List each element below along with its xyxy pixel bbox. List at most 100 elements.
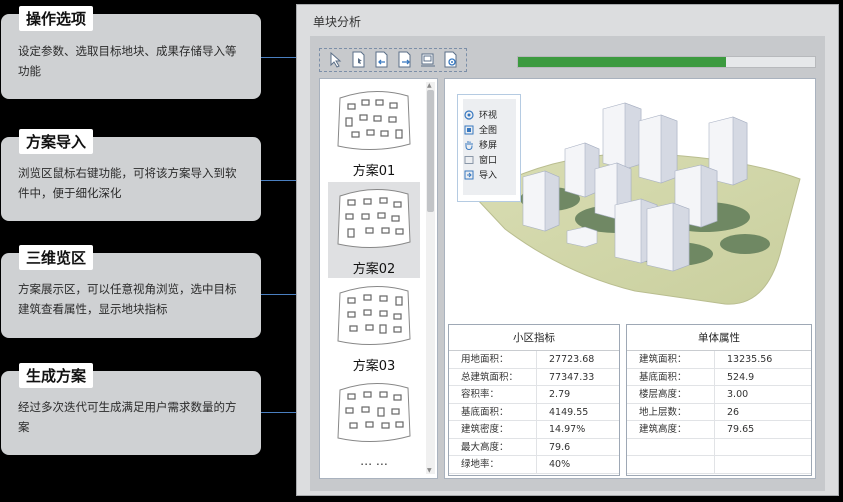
indicator-value: 13235.56: [727, 354, 773, 365]
indicator-name: 楼层高度：: [627, 386, 715, 403]
annotation-card-3dview: 三维览区 方案展示区，可以任意视角浏览，选中目标建筑查看属性，显示地块指标: [1, 245, 261, 338]
indicator-value: 2.79: [549, 389, 571, 400]
annotation-desc: 浏览区鼠标右键功能，可将该方案导入到软件中，便于细化深化: [18, 166, 237, 200]
table-row: 绿地率： 40%: [449, 456, 619, 474]
table-row: 地上层数： 26: [627, 403, 811, 421]
annotation-title: 操作选项: [19, 6, 94, 31]
app-window: 单块分析 方案01 方案02 方案03 … … ▲ ▼ 环视 全图 移屏 窗口 …: [296, 4, 839, 496]
cursor-icon[interactable]: [325, 50, 346, 70]
window-title: 单块分析: [313, 15, 362, 29]
scheme-list: 方案01 方案02 方案03 … … ▲ ▼: [319, 78, 438, 479]
table-row: 建筑面积： 13235.56: [627, 351, 811, 369]
indicator-name: [627, 438, 715, 455]
progress-bar: [517, 56, 816, 68]
building-attributes-table: 单体属性 建筑面积： 13235.56 基底面积： 524.9 楼层高度： 3.00 地上层…: [626, 324, 812, 476]
indicator-value: 3.00: [727, 389, 749, 400]
scheme-label: 方案02: [352, 262, 396, 277]
indicator-name: 建筑高度：: [627, 421, 715, 438]
annotation-desc: 设定参数、选取目标地块、成果存储导入等功能: [18, 44, 237, 78]
menu-item-import[interactable]: 导入: [464, 167, 497, 182]
indicator-name: [627, 456, 715, 473]
menu-item-window[interactable]: 窗口: [464, 152, 497, 167]
annotation-title: 方案导入: [19, 129, 94, 154]
scroll-thumb[interactable]: [427, 90, 434, 212]
indicator-value: 524.9: [727, 371, 755, 383]
indicator-value: 14.97%: [549, 424, 586, 435]
import-icon[interactable]: [371, 50, 392, 70]
scheme-label: 方案03: [352, 359, 396, 374]
menu-item-label: 环视: [479, 111, 498, 121]
table-row: 建筑高度： 79.65: [627, 421, 811, 439]
scheme-thumbnail: [337, 188, 411, 249]
indicator-value: [715, 456, 727, 473]
indicator-value: 79.6: [549, 441, 571, 453]
annotation-desc: 经过多次迭代可生成满足用户需求数量的方案: [18, 400, 237, 434]
scheme-item[interactable]: 方案01: [328, 84, 420, 180]
more-schemes-indicator: … …: [360, 454, 388, 468]
progress-fill: [518, 57, 726, 67]
menu-item-label: 移屏: [479, 141, 498, 151]
toolbar: [319, 48, 467, 72]
indicator-name: 容积率：: [449, 386, 537, 403]
table-row: [627, 456, 811, 474]
save-icon[interactable]: [417, 50, 438, 70]
indicator-name: 建筑面积：: [627, 351, 715, 368]
annotation-desc: 方案展示区，可以任意视角浏览，选中目标建筑查看属性，显示地块指标: [18, 282, 237, 316]
select-block-icon[interactable]: [348, 50, 369, 70]
indicator-name: 绿地率：: [449, 456, 537, 473]
annotation-title: 生成方案: [19, 363, 94, 388]
indicator-value: 4149.55: [549, 406, 589, 418]
import-icon: [464, 170, 474, 180]
window-icon: [464, 155, 474, 165]
annotation-card-generate: 生成方案 经过多次迭代可生成满足用户需求数量的方案: [1, 363, 261, 455]
indicator-value: 27723.68: [549, 354, 595, 365]
scheme-item[interactable]: 方案03: [328, 279, 420, 375]
menu-item-label: 窗口: [479, 156, 498, 166]
scheme-label: 方案01: [352, 164, 396, 179]
menu-item-label: 全图: [479, 126, 498, 136]
fit-all-icon: [464, 125, 474, 135]
indicator-name: 用地面积：: [449, 351, 537, 368]
scheme-list-scrollbar[interactable]: ▲ ▼: [426, 82, 435, 474]
table-row: 基底面积： 4149.55: [449, 403, 619, 421]
table-row: 总建筑面积： 77347.33: [449, 368, 619, 386]
settings-icon[interactable]: [440, 50, 461, 70]
annotation-card-options: 操作选项 设定参数、选取目标地块、成果存储导入等功能: [1, 6, 261, 99]
table-row: 楼层高度： 3.00: [627, 386, 811, 404]
indicator-value: 40%: [549, 459, 571, 470]
menu-item-orbit[interactable]: 环视: [464, 107, 497, 122]
context-menu: 环视 全图 移屏 窗口 导入: [457, 94, 521, 202]
table-title: 单体属性: [627, 325, 811, 351]
indicator-name: 建筑密度：: [449, 421, 537, 438]
indicator-name: 最大高度：: [449, 438, 537, 455]
menu-item-label: 导入: [479, 171, 498, 181]
scheme-item[interactable]: 方案02: [328, 182, 420, 278]
orbit-icon: [464, 109, 474, 120]
indicator-name: 基底面积：: [627, 368, 715, 385]
table-row: 容积率： 2.79: [449, 386, 619, 404]
3d-view-panel[interactable]: 环视 全图 移屏 窗口 导入 小区指标 用地面积： 27723.68 总建筑面积： 7…: [444, 78, 816, 479]
scheme-thumbnail: [337, 285, 411, 346]
menu-item-pan[interactable]: 移屏: [464, 137, 497, 152]
indicator-value: [715, 439, 727, 456]
indicator-value: 79.65: [727, 424, 755, 435]
scheme-thumbnail: [337, 382, 411, 443]
export-icon[interactable]: [394, 50, 415, 70]
pan-hand-icon: [464, 140, 474, 150]
table-row: 用地面积： 27723.68: [449, 351, 619, 369]
scroll-down-icon[interactable]: ▼: [427, 467, 432, 474]
annotation-title: 三维览区: [19, 245, 94, 270]
menu-item-fit-all[interactable]: 全图: [464, 122, 497, 137]
scroll-up-icon[interactable]: ▲: [427, 82, 432, 89]
table-title: 小区指标: [449, 325, 619, 351]
table-row: [627, 438, 811, 456]
table-row: 基底面积： 524.9: [627, 368, 811, 386]
scheme-thumbnail: [337, 90, 411, 151]
indicator-name: 总建筑面积：: [449, 368, 537, 385]
indicator-name: 基底面积：: [449, 403, 537, 420]
table-row: 最大高度： 79.6: [449, 438, 619, 456]
indicator-value: 26: [727, 406, 740, 418]
indicator-name: 地上层数：: [627, 403, 715, 420]
annotation-card-import: 方案导入 浏览区鼠标右键功能，可将该方案导入到软件中，便于细化深化: [1, 129, 261, 221]
indicator-value: 77347.33: [549, 371, 595, 383]
